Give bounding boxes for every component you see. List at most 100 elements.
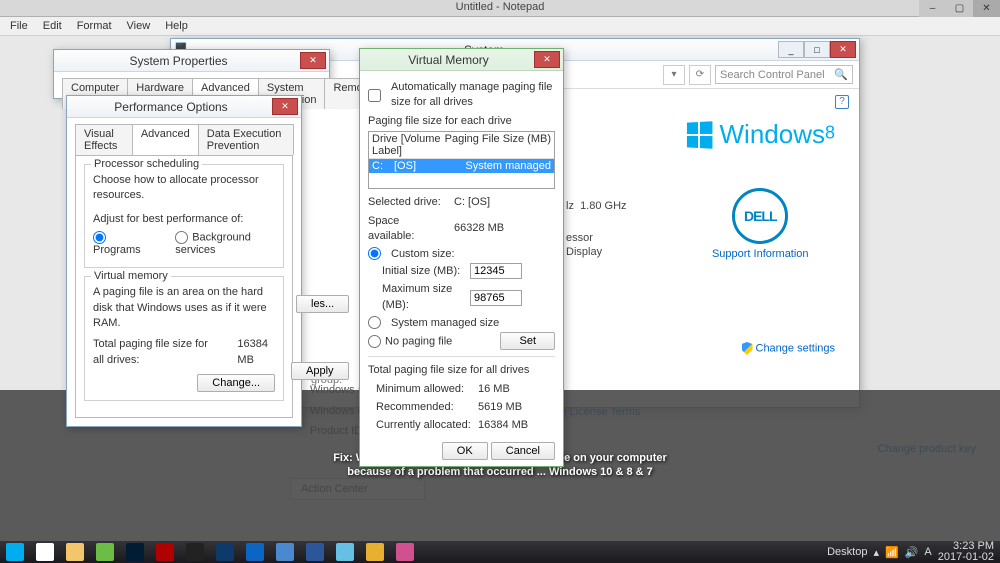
files-button[interactable]: les...	[296, 295, 349, 313]
minimize-button[interactable]: –	[919, 0, 946, 17]
max-size-input[interactable]	[470, 290, 522, 306]
menu-help[interactable]: Help	[158, 18, 195, 34]
dell-logo: DELL	[732, 188, 788, 244]
tray-network-icon[interactable]: 📶	[885, 546, 899, 559]
min-value: 16 MB	[478, 382, 510, 397]
performance-options-window: Performance Options ✕ Visual Effects Adv…	[66, 95, 302, 427]
min-label: Minimum allowed:	[376, 382, 472, 397]
vm-titlebar[interactable]: Virtual Memory ✕	[360, 49, 563, 71]
radio-no-paging[interactable]: No paging file	[368, 335, 452, 348]
set-button[interactable]: Set	[500, 332, 555, 350]
initial-size-input[interactable]	[470, 263, 522, 279]
close-button[interactable]: ✕	[973, 0, 1000, 17]
menu-edit[interactable]: Edit	[36, 18, 69, 34]
windows8-logo: Windows8	[686, 119, 836, 150]
change-settings-link[interactable]: Change settings	[742, 342, 836, 355]
virtual-memory-group: Virtual memory A paging file is an area …	[84, 276, 284, 401]
spec-ghz: lz 1.80 GHz	[566, 199, 627, 214]
filezilla-icon[interactable]	[150, 541, 180, 563]
rec-value: 5619 MB	[478, 400, 522, 415]
menu-file[interactable]: File	[3, 18, 35, 34]
radio-custom-size[interactable]: Custom size:	[368, 247, 555, 260]
perf-titlebar[interactable]: Performance Options ✕	[67, 96, 301, 118]
maximize-button[interactable]: □	[804, 41, 830, 58]
close-button[interactable]: ✕	[300, 52, 326, 69]
radio-system-managed[interactable]: System managed size	[368, 316, 555, 329]
app-icon[interactable]	[90, 541, 120, 563]
tray-date[interactable]: 2017-01-02	[938, 552, 994, 563]
start-icon[interactable]	[0, 541, 30, 563]
chrome-icon[interactable]	[30, 541, 60, 563]
cancel-button[interactable]: Cancel	[491, 442, 555, 460]
search-input[interactable]: Search Control Panel 🔍	[715, 65, 853, 84]
drive-list[interactable]: Drive [Volume Label]Paging File Size (MB…	[368, 131, 555, 189]
tab-advanced[interactable]: Advanced	[132, 124, 199, 155]
col-drive: Drive [Volume Label]	[372, 133, 445, 157]
sysprops-titlebar[interactable]: System Properties ✕	[54, 50, 329, 72]
system-properties-window: System Properties ✕ Computer Name Hardwa…	[53, 49, 330, 99]
max-label: Maximum size (MB):	[382, 282, 464, 313]
total-header: Total paging file size for all drives	[368, 363, 555, 378]
minimize-button[interactable]: _	[778, 41, 804, 58]
space-label: Space available:	[368, 214, 448, 245]
close-button[interactable]: ✕	[272, 98, 298, 115]
viewer-icon[interactable]	[360, 541, 390, 563]
dropdown-button[interactable]: ▾	[663, 65, 685, 85]
sched-title: Processor scheduling	[91, 158, 202, 170]
cur-label: Currently allocated:	[376, 418, 472, 433]
sysprops-title: System Properties	[57, 54, 300, 68]
tray-sound-icon[interactable]: 🔊	[905, 546, 919, 559]
taskbar: Desktop ▴ 📶 🔊 A 3:23 PM 2017-01-02	[0, 541, 1000, 563]
notepad-titlebar: Untitled - Notepad – ▢ ✕	[0, 0, 1000, 17]
caption-line2: because of a problem that occurred ... W…	[333, 466, 667, 480]
system-tray: Desktop ▴ 📶 🔊 A 3:23 PM 2017-01-02	[827, 541, 1000, 563]
menu-view[interactable]: View	[120, 18, 158, 34]
search-icon: 🔍	[834, 68, 848, 81]
spec-display: Display	[566, 245, 602, 260]
vm-total: 16384 MB	[237, 337, 275, 368]
word-icon[interactable]	[300, 541, 330, 563]
auto-manage-checkbox[interactable]: Automatically manage paging file size fo…	[368, 80, 555, 111]
notepad-icon[interactable]	[330, 541, 360, 563]
tray-up-icon[interactable]: ▴	[873, 546, 879, 559]
help-button[interactable]: ?	[835, 95, 849, 109]
notepad-menubar: File Edit Format View Help	[0, 17, 1000, 36]
vnc-icon[interactable]	[210, 541, 240, 563]
perf-title: Performance Options	[70, 100, 272, 114]
initial-label: Initial size (MB):	[382, 264, 464, 279]
refresh-button[interactable]: ⟳	[689, 65, 711, 85]
close-button[interactable]: ✕	[534, 51, 560, 68]
camtasia-icon[interactable]	[180, 541, 210, 563]
explorer-icon[interactable]	[60, 541, 90, 563]
virtual-memory-dialog: Virtual Memory ✕ Automatically manage pa…	[359, 48, 564, 467]
tray-desktop[interactable]: Desktop	[827, 546, 867, 558]
windows-logo-icon	[686, 121, 712, 148]
rec-label: Recommended:	[376, 400, 472, 415]
tab-visual-effects[interactable]: Visual Effects	[75, 124, 133, 155]
menu-format[interactable]: Format	[70, 18, 119, 34]
photoshop-icon[interactable]	[120, 541, 150, 563]
vm-title: Virtual memory	[91, 270, 171, 282]
sched-desc: Choose how to allocate processor resourc…	[93, 173, 275, 204]
folder-icon[interactable]	[270, 541, 300, 563]
tab-dep[interactable]: Data Execution Prevention	[198, 124, 294, 155]
radio-background[interactable]: Background services	[175, 231, 275, 256]
shield-icon	[742, 342, 753, 355]
col-size: Paging File Size (MB)	[445, 133, 551, 157]
vm-desc: A paging file is an area on the hard dis…	[93, 285, 275, 331]
vm-title: Virtual Memory	[363, 53, 534, 67]
teamviewer-icon[interactable]	[240, 541, 270, 563]
tray-lang[interactable]: A	[924, 546, 931, 558]
close-button[interactable]: ✕	[830, 41, 856, 58]
ok-button[interactable]: OK	[442, 442, 488, 460]
radio-programs[interactable]: Programs	[93, 231, 147, 256]
each-drive-label: Paging file size for each drive	[368, 114, 555, 129]
search-placeholder: Search Control Panel	[720, 69, 825, 81]
support-info-link[interactable]: Support Information	[686, 248, 836, 260]
maximize-button[interactable]: ▢	[946, 0, 973, 17]
apply-button[interactable]: Apply	[291, 362, 349, 380]
drive-row[interactable]: C:[OS]System managed	[369, 159, 554, 173]
win-text: Windows8	[720, 119, 836, 150]
change-button[interactable]: Change...	[197, 374, 275, 392]
photos-icon[interactable]	[390, 541, 420, 563]
